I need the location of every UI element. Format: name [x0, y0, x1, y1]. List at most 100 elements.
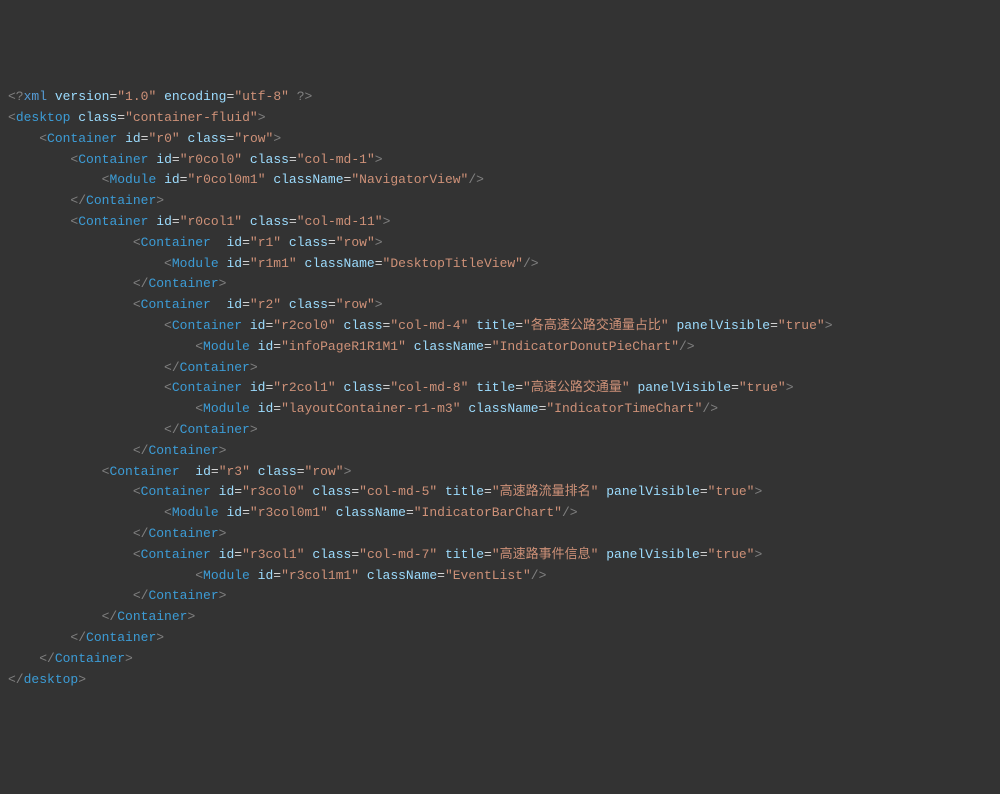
token-tag: Container [78, 214, 148, 229]
token-attr-name: title [476, 318, 515, 333]
indent [8, 588, 133, 603]
token-attr-value: "row" [234, 131, 273, 146]
token-bracket: </ [102, 609, 118, 624]
token-eq: = [242, 297, 250, 312]
token-attr-name: id [258, 401, 274, 416]
token-plain [180, 464, 196, 479]
token-attr-name: id [226, 235, 242, 250]
token-attr-name: title [476, 380, 515, 395]
token-attr-value: "col-md-7" [359, 547, 437, 562]
token-bracket: > [219, 588, 227, 603]
token-attr-value: "infoPageR1R1M1" [281, 339, 406, 354]
token-eq: = [172, 152, 180, 167]
token-eq: = [242, 235, 250, 250]
code-line: <Container id="r0col1" class="col-md-11"… [8, 212, 992, 233]
indent [8, 651, 39, 666]
indent [8, 152, 70, 167]
code-line: </Container> [8, 524, 992, 545]
token-bracket: > [250, 360, 258, 375]
indent [8, 568, 195, 583]
token-plain [211, 297, 227, 312]
token-attr-name: id [195, 464, 211, 479]
token-plain [211, 484, 219, 499]
token-attr-value: "r0col0m1" [187, 172, 265, 187]
token-attr-name: id [164, 172, 180, 187]
token-tag: Container [180, 422, 250, 437]
token-eq: = [297, 464, 305, 479]
token-bracket: > [344, 464, 352, 479]
token-plain [328, 505, 336, 520]
token-bracket: > [786, 380, 794, 395]
token-attr-name: className [273, 172, 343, 187]
token-bracket: > [383, 214, 391, 229]
token-plain [281, 235, 289, 250]
token-eq: = [328, 235, 336, 250]
token-tag: Container [148, 526, 218, 541]
token-attr-name: className [367, 568, 437, 583]
token-bracket: < [164, 380, 172, 395]
token-plain [242, 152, 250, 167]
token-eq: = [289, 214, 297, 229]
token-attr-value: "row" [336, 297, 375, 312]
token-attr-value: "IndicatorDonutPieChart" [492, 339, 679, 354]
indent [8, 547, 133, 562]
token-attr-value: "col-md-4" [390, 318, 468, 333]
indent [8, 422, 164, 437]
code-line: </Container> [8, 274, 992, 295]
token-attr-value: "r1" [250, 235, 281, 250]
token-bracket: > [219, 526, 227, 541]
token-bracket: > [156, 630, 164, 645]
token-attr-name: id [219, 547, 235, 562]
token-attr-name: id [125, 131, 141, 146]
token-plain [289, 89, 297, 104]
token-attr-name: id [226, 297, 242, 312]
token-attr-name: class [250, 214, 289, 229]
token-bracket: /> [562, 505, 578, 520]
token-attr-name: panelVisible [676, 318, 770, 333]
token-plain [250, 464, 258, 479]
token-bracket: < [164, 256, 172, 271]
token-bracket: </ [70, 630, 86, 645]
token-bracket: < [133, 297, 141, 312]
token-attr-value: "true" [708, 484, 755, 499]
token-eq: = [234, 547, 242, 562]
code-line: <Container id="r3col0" class="col-md-5" … [8, 482, 992, 503]
code-line: <Container id="r2col1" class="col-md-8" … [8, 378, 992, 399]
token-eq: = [242, 505, 250, 520]
indent [8, 630, 70, 645]
token-attr-value: "r3" [219, 464, 250, 479]
token-bracket: </ [39, 651, 55, 666]
indent [8, 256, 164, 271]
token-plain [117, 131, 125, 146]
code-line: <Module id="r0col0m1" className="Navigat… [8, 170, 992, 191]
token-bracket: > [125, 651, 133, 666]
token-bracket: > [250, 422, 258, 437]
token-attr-value: "r3col1m1" [281, 568, 359, 583]
token-bracket: > [825, 318, 833, 333]
token-attr-name: class [312, 484, 351, 499]
token-bracket: < [39, 131, 47, 146]
indent [8, 380, 164, 395]
token-tag: Container [55, 651, 125, 666]
token-eq: = [289, 152, 297, 167]
token-attr-name: title [445, 484, 484, 499]
token-plain [156, 89, 164, 104]
token-eq: = [375, 256, 383, 271]
token-attr-name: id [156, 214, 172, 229]
code-line: <desktop class="container-fluid"> [8, 108, 992, 129]
token-attr-value: "r3col0m1" [250, 505, 328, 520]
code-line: <Container id="r1" class="row"> [8, 233, 992, 254]
token-pi: <? [8, 89, 24, 104]
token-attr-name: panelVisible [606, 547, 700, 562]
token-bracket: /> [702, 401, 718, 416]
indent [8, 464, 102, 479]
token-attr-name: panelVisible [637, 380, 731, 395]
token-bracket: > [258, 110, 266, 125]
token-attr-value: "r2" [250, 297, 281, 312]
token-tag: Module [203, 339, 250, 354]
token-bracket: </ [164, 422, 180, 437]
indent [8, 131, 39, 146]
token-tag: Container [141, 297, 211, 312]
token-attr-value: "col-md-11" [297, 214, 383, 229]
token-tag: Container [109, 464, 179, 479]
